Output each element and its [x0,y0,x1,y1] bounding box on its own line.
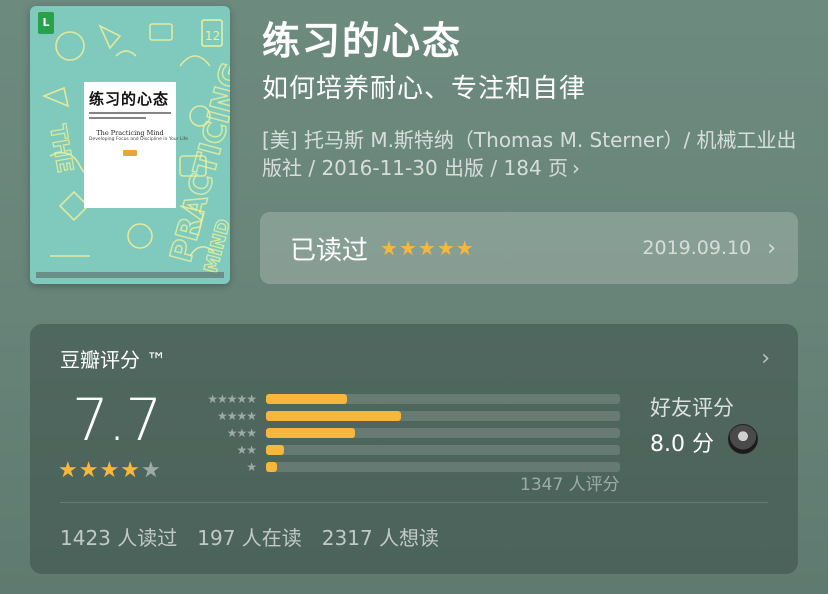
cover-line [89,117,147,119]
read-status-button[interactable]: 已读过 ★ ★ ★ ★ ★ 2019.09.10 › [260,212,798,284]
chevron-right-icon: › [767,235,776,261]
star-icon: ★ [140,458,161,483]
distribution-row: ★★ [184,441,620,458]
star-icon: ★ [120,458,140,483]
chevron-right-icon: › [761,346,770,371]
distribution-stars: ★★ [236,442,257,457]
stat-want: 2317 人想读 [321,526,440,550]
star-icon: ★ [455,236,474,260]
friend-rating-score: 8.0 分 [650,432,714,457]
cover-accent [123,150,137,156]
book-meta-link[interactable]: [美] 托马斯 M.斯特纳（Thomas M. Sterner）/ 机械工业出版… [262,126,802,182]
cover-subtitle-en: Developing Focus and Discipline in Your … [89,137,188,142]
book-title: 练习的心态 [262,19,463,63]
distribution-bar [266,461,277,472]
reader-stats: 1423 人读过 197 人在读 2317 人想读 [60,522,439,551]
book-cover-image[interactable]: PRACTICING MIND THE 12 L 练习的心态 The Pract… [30,6,230,284]
distribution-bar [266,427,355,438]
svg-text:12: 12 [205,29,220,43]
book-subtitle: 如何培养耐心、专注和自律 [262,74,587,104]
star-icon: ★ [58,458,78,483]
rating-score: 7.7 [72,386,162,454]
read-status-label: 已读过 [290,235,369,266]
star-icon: ★ [436,236,455,260]
svg-text:THE: THE [44,123,77,175]
distribution-track [266,427,620,438]
rating-label: 豆瓣评分 ™ [60,348,167,372]
star-icon: ★ [78,458,99,483]
cover-title: 练习的心态 [89,90,170,108]
chevron-right-icon: › [572,156,581,180]
distribution-stars: ★★★★★ [207,391,257,406]
distribution-track [266,410,620,421]
cover-title-en: The Practicing Mind [96,129,164,137]
douban-rating-card[interactable]: 豆瓣评分 ™ › 7.7 ★ ★ ★ ★ ★ ★★★★★ ★★★★ ★★★ ★★ ★ 1347 … [30,324,798,574]
star-icon: ★ [380,236,398,260]
distribution-bar [266,444,284,455]
cover-title-card: 练习的心态 The Practicing Mind Developing Foc… [84,82,188,208]
distribution-track [266,393,620,404]
publisher-badge: L [38,12,54,34]
rating-distribution: ★★★★★ ★★★★ ★★★ ★★ ★ [184,390,620,475]
distribution-stars: ★★★ [226,425,257,440]
distribution-stars: ★ [246,459,257,474]
distribution-bar [266,410,401,421]
star-icon: ★ [99,458,120,483]
book-meta-text: [美] 托马斯 M.斯特纳（Thomas M. Sterner）/ 机械工业出版… [262,128,797,180]
star-icon: ★ [417,236,436,260]
distribution-row: ★★★★ [184,407,620,424]
cover-publisher-strip [36,272,224,278]
star-icon: ★ [398,236,417,260]
rating-stars: ★ ★ ★ ★ ★ [58,460,161,482]
distribution-row: ★★★★★ [184,390,620,407]
cover-line [89,112,171,114]
distribution-track [266,444,620,455]
friend-avatar[interactable] [728,424,758,454]
rating-count: 1347 人评分 [520,475,620,495]
friend-rating-label: 好友评分 [650,396,734,420]
distribution-row: ★★★ [184,424,620,441]
stat-read: 1423 人读过 [60,526,178,550]
stat-reading: 197 人在读 [197,526,302,550]
my-rating-stars: ★ ★ ★ ★ ★ [380,238,474,258]
divider [60,502,768,503]
read-date: 2019.09.10 [642,237,752,259]
distribution-stars: ★★★★ [216,408,257,423]
distribution-bar [266,393,348,404]
